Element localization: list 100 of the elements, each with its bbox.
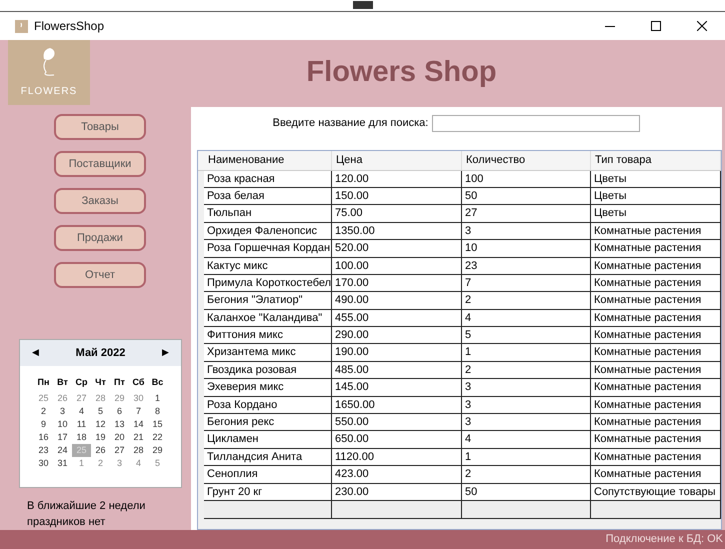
calendar-day[interactable]: 27 bbox=[110, 444, 129, 457]
calendar-day[interactable]: 7 bbox=[129, 405, 148, 418]
table-cell: 1120.00 bbox=[332, 448, 462, 466]
calendar-day[interactable]: 23 bbox=[34, 444, 53, 457]
calendar-day[interactable]: 28 bbox=[91, 392, 110, 405]
table-cell: Бегония "Элатиор" bbox=[204, 292, 332, 310]
table-cell: 100 bbox=[462, 170, 591, 188]
table-cell: Грунт 20 кг bbox=[204, 484, 332, 501]
calendar-day[interactable]: 5 bbox=[91, 405, 110, 418]
table-cell: Роза Горшечная Кордан bbox=[204, 240, 332, 258]
table-cell: Бегония рекс bbox=[204, 414, 332, 432]
logo-text: FLOWERS bbox=[20, 85, 78, 99]
calendar-day[interactable]: 14 bbox=[129, 418, 148, 431]
calendar-day[interactable]: 5 bbox=[148, 457, 167, 470]
table-cell: 3 bbox=[462, 222, 591, 240]
column-header[interactable]: Наименование bbox=[204, 150, 332, 170]
table-cell: 423.00 bbox=[332, 466, 462, 484]
calendar-day[interactable]: 16 bbox=[34, 431, 53, 444]
app-icon bbox=[15, 20, 28, 32]
calendar-day[interactable]: 29 bbox=[110, 392, 129, 405]
table-cell: Комнатные растения bbox=[591, 327, 721, 344]
table-cell: 5 bbox=[462, 327, 591, 344]
nav-button[interactable]: Заказы bbox=[54, 188, 146, 214]
calendar-day[interactable]: 10 bbox=[53, 418, 72, 431]
nav-button[interactable]: Продажи bbox=[54, 225, 146, 251]
table-cell: 75.00 bbox=[332, 205, 462, 223]
calendar-day[interactable]: 11 bbox=[72, 418, 91, 431]
column-header[interactable]: Тип товара bbox=[591, 150, 721, 170]
calendar-day[interactable]: 20 bbox=[110, 431, 129, 444]
table-cell: 1350.00 bbox=[332, 222, 462, 240]
table-cell: Цветы bbox=[591, 188, 721, 206]
drag-handle[interactable] bbox=[352, 1, 372, 9]
calendar-day[interactable]: 4 bbox=[72, 405, 91, 418]
calendar-day[interactable]: 30 bbox=[34, 457, 53, 470]
calendar-day[interactable]: 2 bbox=[91, 457, 110, 470]
table-cell: 490.00 bbox=[332, 292, 462, 310]
table-cell: Комнатные растения bbox=[591, 258, 721, 275]
calendar-day[interactable]: 8 bbox=[148, 405, 167, 418]
calendar-day[interactable]: 30 bbox=[129, 392, 148, 405]
calendar-day[interactable]: 26 bbox=[53, 392, 72, 405]
calendar-day[interactable]: 28 bbox=[129, 444, 148, 457]
calendar-day[interactable]: 29 bbox=[148, 444, 167, 457]
maximize-icon bbox=[651, 21, 661, 31]
calendar-day[interactable]: 27 bbox=[72, 392, 91, 405]
nav-button[interactable]: Отчет bbox=[54, 262, 146, 288]
new-row-cell[interactable] bbox=[204, 501, 332, 519]
table-cell: Орхидея Фаленопсис bbox=[204, 222, 332, 240]
table-cell: 50 bbox=[462, 188, 591, 206]
calendar-day[interactable]: 25 bbox=[34, 392, 53, 405]
column-header[interactable]: Количество bbox=[462, 150, 591, 170]
table-cell: 3 bbox=[462, 396, 591, 414]
table-cell: Сопутствующие товары bbox=[591, 484, 721, 501]
table-cell: Эхеверия микс bbox=[204, 379, 332, 397]
nav-button[interactable]: Товары bbox=[54, 114, 146, 140]
table-cell: Комнатные растения bbox=[591, 292, 721, 310]
table-cell: 485.00 bbox=[332, 362, 462, 380]
search-field[interactable] bbox=[432, 114, 640, 132]
calendar-day[interactable]: 26 bbox=[91, 444, 110, 457]
column-header[interactable]: Цена bbox=[332, 150, 462, 170]
table-cell: Примула Короткостебел bbox=[204, 274, 332, 292]
calendar-day[interactable]: 21 bbox=[129, 431, 148, 444]
weekday-label: Пн bbox=[36, 376, 50, 389]
table-cell: Комнатные растения bbox=[591, 379, 721, 397]
calendar-day[interactable]: 3 bbox=[53, 405, 72, 418]
table-cell: 7 bbox=[462, 274, 591, 292]
calendar-day[interactable]: 24 bbox=[53, 444, 72, 457]
table-cell: 1650.00 bbox=[332, 396, 462, 414]
calendar-day[interactable]: 19 bbox=[91, 431, 110, 444]
calendar-day[interactable]: 1 bbox=[148, 392, 167, 405]
table-cell: 145.00 bbox=[332, 379, 462, 397]
nav-button[interactable]: Поставщики bbox=[54, 151, 146, 177]
calendar-day[interactable]: 15 bbox=[148, 418, 167, 431]
table-cell: Комнатные растения bbox=[591, 310, 721, 328]
new-row-cell[interactable] bbox=[462, 501, 591, 519]
calendar-day[interactable]: 4 bbox=[129, 457, 148, 470]
calendar-day[interactable]: 3 bbox=[110, 457, 129, 470]
holidays-note: В ближайшие 2 недели праздников нет bbox=[27, 499, 146, 530]
calendar-day[interactable]: 9 bbox=[34, 418, 53, 431]
calendar-month: Май 2022 bbox=[76, 346, 126, 361]
next-month-button[interactable]: ▶ bbox=[162, 346, 169, 360]
calendar-day[interactable]: 2 bbox=[34, 405, 53, 418]
table-cell: Комнатные растения bbox=[591, 466, 721, 484]
calendar-day[interactable]: 18 bbox=[72, 431, 91, 444]
calendar-day[interactable]: 31 bbox=[53, 457, 72, 470]
calendar-day[interactable]: 13 bbox=[110, 418, 129, 431]
calendar-day[interactable]: 17 bbox=[53, 431, 72, 444]
prev-month-button[interactable]: ◀ bbox=[32, 346, 39, 360]
calendar-day[interactable]: 22 bbox=[148, 431, 167, 444]
table-cell: Комнатные растения bbox=[591, 431, 721, 449]
table-cell: Комнатные растения bbox=[591, 344, 721, 362]
table-cell: Комнатные растения bbox=[591, 240, 721, 258]
calendar-day[interactable]: 12 bbox=[91, 418, 110, 431]
weekday-label: Чт bbox=[94, 376, 107, 389]
app-title: Flowers Shop bbox=[306, 54, 497, 90]
table-cell: Роза Кордано bbox=[204, 396, 332, 414]
table-cell: Хризантема микс bbox=[204, 344, 332, 362]
calendar-day[interactable]: 1 bbox=[72, 457, 91, 470]
new-row-cell[interactable] bbox=[591, 501, 721, 519]
calendar-day[interactable]: 6 bbox=[110, 405, 129, 418]
new-row-cell[interactable] bbox=[332, 501, 462, 519]
